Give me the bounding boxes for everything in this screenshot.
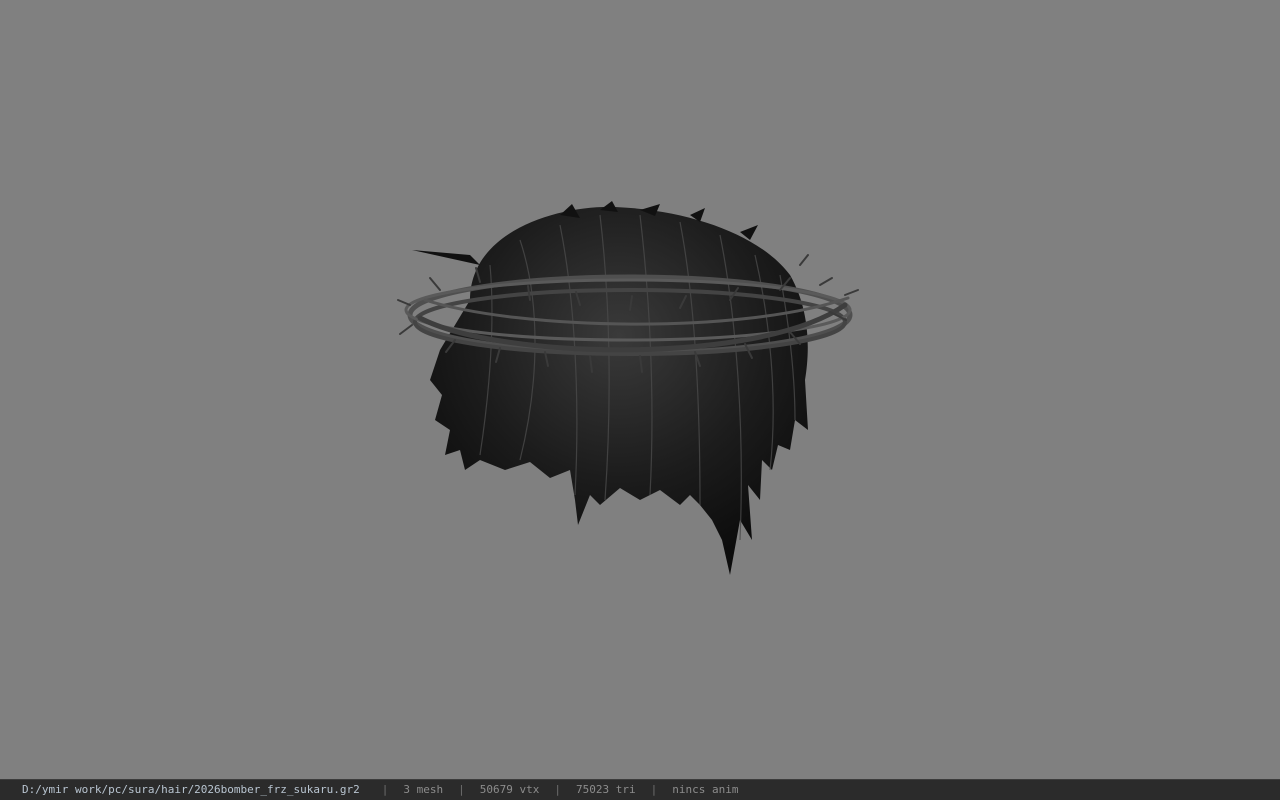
triangle-count: 75023 tri [576,783,636,796]
animation-status: nincs anim [672,783,739,796]
status-separator: | [458,783,465,796]
status-separator: | [650,783,658,796]
mesh-count: 3 mesh [403,783,444,796]
hair-mesh [412,201,808,576]
file-path: D:/ymir work/pc/sura/hair/2026bomber_frz… [22,783,360,796]
status-separator: | [381,783,389,796]
3d-viewport[interactable] [0,0,1280,779]
vertex-count: 50679 vtx [479,783,540,796]
hair-model [397,201,859,576]
status-separator: | [554,783,561,796]
status-bar: D:/ymir work/pc/sura/hair/2026bomber_frz… [0,779,1280,800]
